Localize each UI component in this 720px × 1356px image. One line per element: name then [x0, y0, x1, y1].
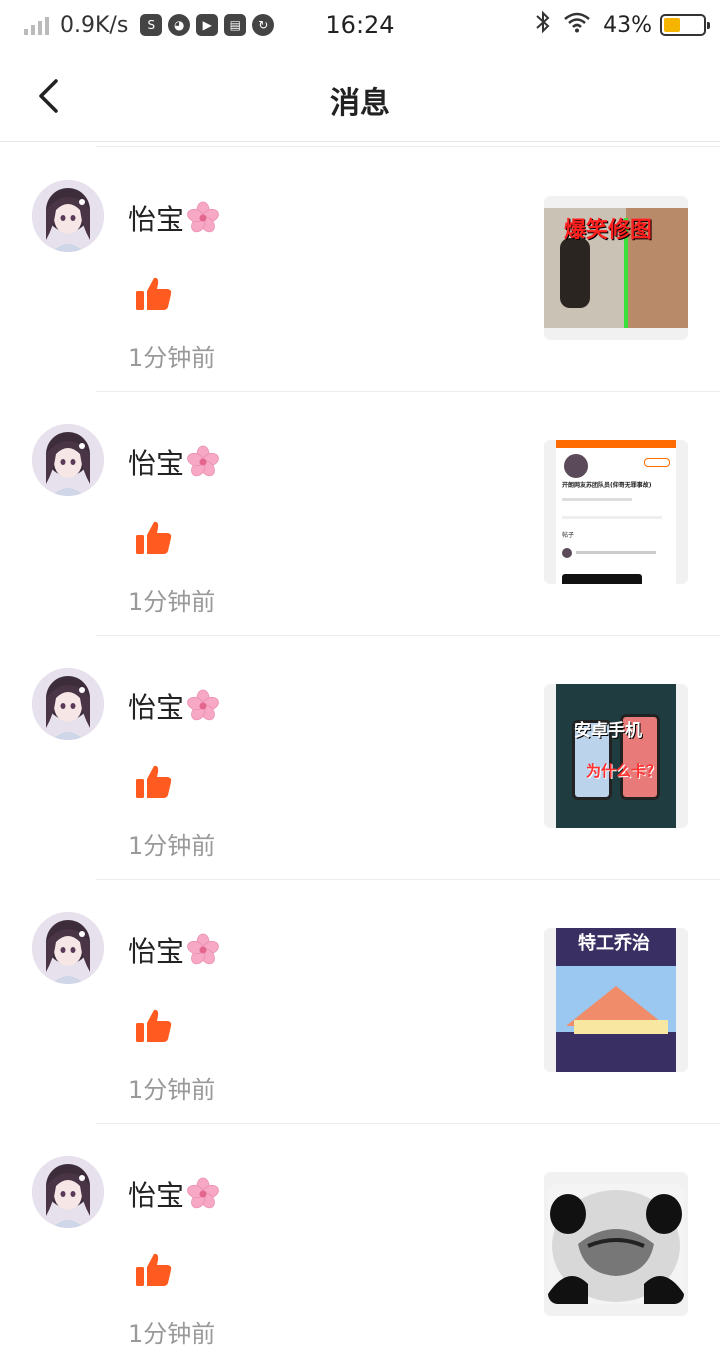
post-thumbnail[interactable] [544, 1172, 688, 1316]
thumbnail-subtitle: 为什么卡？ [586, 762, 662, 780]
post-thumbnail[interactable]: 开朗网友苏团队员(仰哥无罪事故) 帖子 [544, 440, 688, 584]
thumbs-up-icon [136, 521, 172, 554]
message-item[interactable]: 怡宝 1分钟前 爆笑修图 [0, 148, 720, 392]
thumbs-up-icon [136, 277, 172, 310]
message-time: 1分钟前 [128, 1076, 216, 1104]
user-name[interactable]: 怡宝 [128, 930, 220, 970]
post-thumbnail[interactable]: 爆笑修图 [544, 196, 688, 340]
status-right: 43% [535, 10, 710, 40]
cherry-blossom-icon [187, 445, 219, 477]
thumbs-up-icon [136, 765, 172, 798]
user-name[interactable]: 怡宝 [128, 1174, 220, 1214]
thumbnail-title: 开朗网友苏团队员(仰哥无罪事故) [562, 482, 652, 489]
user-name[interactable]: 怡宝 [128, 686, 220, 726]
battery-level [664, 18, 681, 32]
message-time: 1分钟前 [128, 588, 216, 616]
avatar[interactable] [32, 668, 104, 740]
thumbnail-title: 爆笑修图 [564, 218, 653, 243]
user-name-text: 怡宝 [128, 1179, 185, 1212]
post-thumbnail[interactable]: 安卓手机 为什么卡？ [544, 684, 688, 828]
user-name-text: 怡宝 [128, 691, 185, 724]
nav-bar: 消息 [0, 50, 720, 142]
cherry-blossom-icon [187, 933, 219, 965]
avatar[interactable] [32, 912, 104, 984]
page-title: 消息 [330, 86, 390, 121]
user-name-text: 怡宝 [128, 447, 185, 480]
thumbnail-title: 特工乔治 [578, 933, 650, 954]
message-item[interactable]: 怡宝 1分钟前 安卓手机 为什么卡？ [0, 636, 720, 880]
cherry-blossom-icon [187, 201, 219, 233]
user-name[interactable]: 怡宝 [128, 198, 220, 238]
avatar[interactable] [32, 424, 104, 496]
user-name-text: 怡宝 [128, 203, 185, 236]
avatar[interactable] [32, 180, 104, 252]
message-time: 1分钟前 [128, 344, 216, 372]
message-time: 1分钟前 [128, 832, 216, 860]
thumbs-up-icon [136, 1253, 172, 1286]
message-item[interactable]: 怡宝 1分钟前 特工乔治 [0, 880, 720, 1124]
message-time: 1分钟前 [128, 1320, 216, 1348]
panda-meme-image [548, 1190, 684, 1304]
message-list: 怡宝 1分钟前 爆笑修图 怡宝 1分钟前 开朗网友苏团队员(仰哥无罪事故) 帖子… [0, 148, 720, 1356]
status-bar: 0.9K/s S ◕ ▶ ▤ ↻ 16:24 43% [0, 0, 720, 50]
message-item[interactable]: 怡宝 1分钟前 [0, 1124, 720, 1356]
battery-percent: 43% [603, 12, 652, 38]
user-name-text: 怡宝 [128, 935, 185, 968]
cherry-blossom-icon [187, 689, 219, 721]
post-thumbnail[interactable]: 特工乔治 [544, 928, 688, 1072]
cherry-blossom-icon [187, 1177, 219, 1209]
battery-icon [660, 14, 710, 36]
thumbs-up-icon [136, 1009, 172, 1042]
bluetooth-icon [535, 10, 551, 40]
user-name[interactable]: 怡宝 [128, 442, 220, 482]
thumbnail-title: 安卓手机 [574, 721, 642, 741]
thumbnail-subtitle: 帖子 [562, 532, 575, 539]
message-item[interactable]: 怡宝 1分钟前 开朗网友苏团队员(仰哥无罪事故) 帖子 [0, 392, 720, 636]
divider [96, 146, 720, 147]
avatar[interactable] [32, 1156, 104, 1228]
wifi-icon [563, 11, 591, 39]
